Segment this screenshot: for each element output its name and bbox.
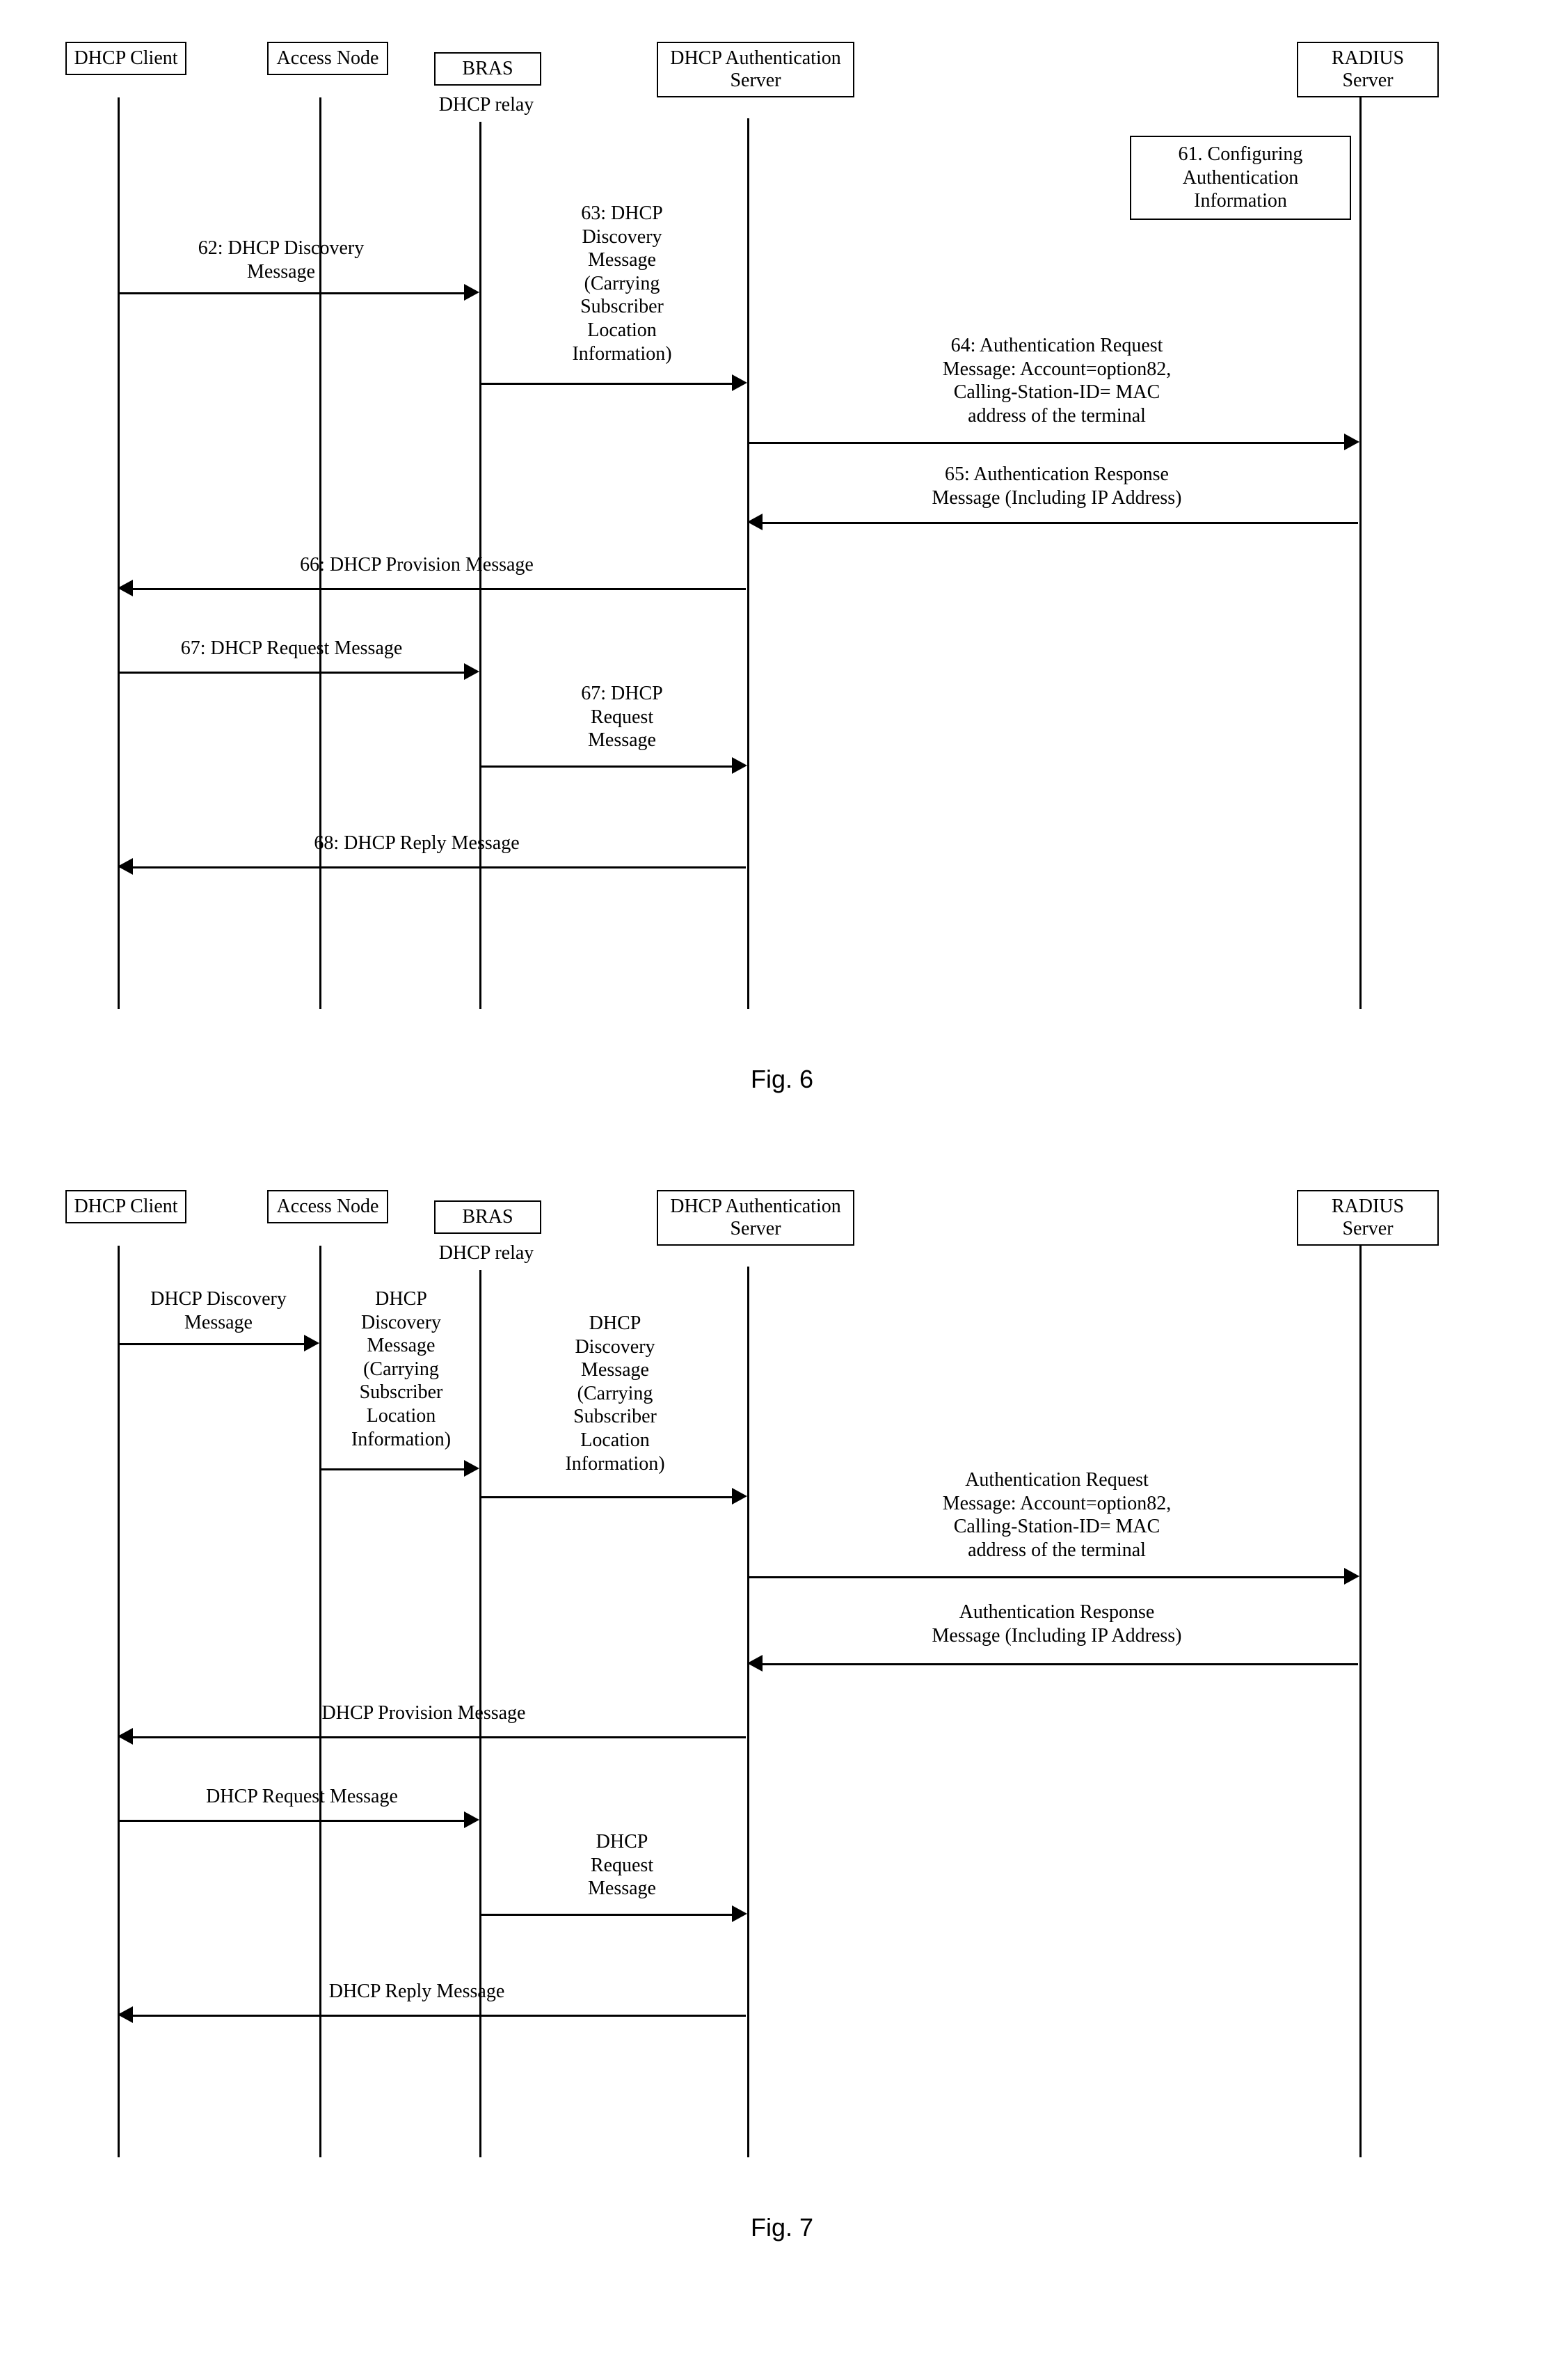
msg-reply-label: DHCP Reply Message: [260, 1980, 573, 2004]
msg-62-arrowhead: [464, 284, 479, 301]
msg-request2-label: DHCP Request Message: [525, 1830, 719, 1901]
msg-64-arrow: [749, 442, 1346, 444]
msg-discovery3-arrowhead: [732, 1488, 747, 1505]
msg-65-arrowhead: [747, 514, 763, 530]
msg-66-arrowhead: [118, 580, 133, 596]
sequence-diagram-fig6: DHCP Client Access Node BRAS DHCP Authen…: [51, 42, 1513, 1106]
msg-62-label: 62: DHCP Discovery Message: [135, 237, 427, 283]
msg-provision-arrowhead: [118, 1728, 133, 1745]
msg-discovery3-label: DHCP Discovery Message (Carrying Subscri…: [511, 1312, 719, 1475]
msg-68-arrowhead: [118, 858, 133, 875]
msg-64-label: 64: Authentication Request Message: Acco…: [789, 334, 1325, 427]
msg-provision-arrow: [131, 1736, 746, 1738]
msg-authresp-label: Authentication Response Message (Includi…: [789, 1601, 1325, 1647]
msg-67b-label: 67: DHCP Request Message: [525, 682, 719, 752]
sequence-diagram-fig7: DHCP Client Access Node BRAS DHCP Authen…: [51, 1190, 1513, 2255]
actor-bras: BRAS: [434, 1200, 541, 1234]
msg-reply-arrowhead: [118, 2006, 133, 2023]
msg-66-arrow: [131, 588, 746, 590]
msg-67a-arrowhead: [464, 663, 479, 680]
msg-68-label: 68: DHCP Reply Message: [225, 832, 608, 855]
actor-access-node: Access Node: [267, 42, 388, 75]
msg-discovery1-arrow: [119, 1343, 305, 1345]
msg-discovery3-arrow: [481, 1496, 733, 1498]
msg-discovery1-arrowhead: [304, 1335, 319, 1351]
actor-radius-server: RADIUS Server: [1297, 42, 1439, 97]
msg-67b-arrow: [481, 765, 733, 768]
msg-authreq-arrow: [749, 1576, 1346, 1578]
bras-relay-label: DHCP relay: [399, 1242, 573, 1264]
lifeline-auth: [747, 118, 749, 1009]
msg-request1-arrow: [119, 1820, 465, 1822]
bras-relay-label: DHCP relay: [399, 94, 573, 116]
actor-dhcp-client: DHCP Client: [65, 42, 186, 75]
msg-authreq-label: Authentication Request Message: Account=…: [789, 1468, 1325, 1562]
msg-68-arrow: [131, 866, 746, 868]
lifeline-radius: [1359, 1246, 1362, 2157]
msg-62-arrow: [119, 292, 465, 294]
msg-67b-arrowhead: [732, 757, 747, 774]
note-configuring-auth-info: 61. Configuring Authentication Informati…: [1130, 136, 1351, 220]
actor-dhcp-auth-server: DHCP Authentication Server: [657, 1190, 854, 1246]
actor-bras: BRAS: [434, 52, 541, 86]
msg-authreq-arrowhead: [1344, 1568, 1359, 1585]
msg-request1-arrowhead: [464, 1811, 479, 1828]
msg-authresp-arrowhead: [747, 1655, 763, 1672]
actor-radius-server: RADIUS Server: [1297, 1190, 1439, 1246]
msg-provision-label: DHCP Provision Message: [232, 1701, 615, 1725]
lifeline-auth: [747, 1267, 749, 2157]
actor-dhcp-client: DHCP Client: [65, 1190, 186, 1223]
msg-request2-arrow: [481, 1914, 733, 1916]
actor-dhcp-auth-server: DHCP Authentication Server: [657, 42, 854, 97]
lifeline-radius: [1359, 97, 1362, 1009]
actor-access-node: Access Node: [267, 1190, 388, 1223]
msg-64-arrowhead: [1344, 434, 1359, 450]
msg-65-label: 65: Authentication Response Message (Inc…: [789, 463, 1325, 509]
figure-caption-7: Fig. 7: [51, 2213, 1513, 2242]
msg-66-label: 66: DHCP Provision Message: [191, 553, 643, 577]
msg-discovery1-label: DHCP Discovery Message: [121, 1287, 316, 1334]
msg-63-label: 63: DHCP Discovery Message (Carrying Sub…: [518, 202, 726, 365]
msg-discovery2-arrow: [321, 1468, 465, 1470]
msg-reply-arrow: [131, 2015, 746, 2017]
msg-discovery2-label: DHCP Discovery Message (Carrying Subscri…: [326, 1287, 476, 1451]
msg-request1-label: DHCP Request Message: [156, 1785, 448, 1809]
msg-65-arrow: [761, 522, 1358, 524]
msg-63-arrowhead: [732, 374, 747, 391]
msg-authresp-arrow: [761, 1663, 1358, 1665]
msg-discovery2-arrowhead: [464, 1460, 479, 1477]
msg-67a-label: 67: DHCP Request Message: [135, 637, 448, 660]
msg-request2-arrowhead: [732, 1905, 747, 1922]
figure-caption-6: Fig. 6: [51, 1065, 1513, 1094]
msg-63-arrow: [481, 383, 733, 385]
msg-67a-arrow: [119, 672, 465, 674]
